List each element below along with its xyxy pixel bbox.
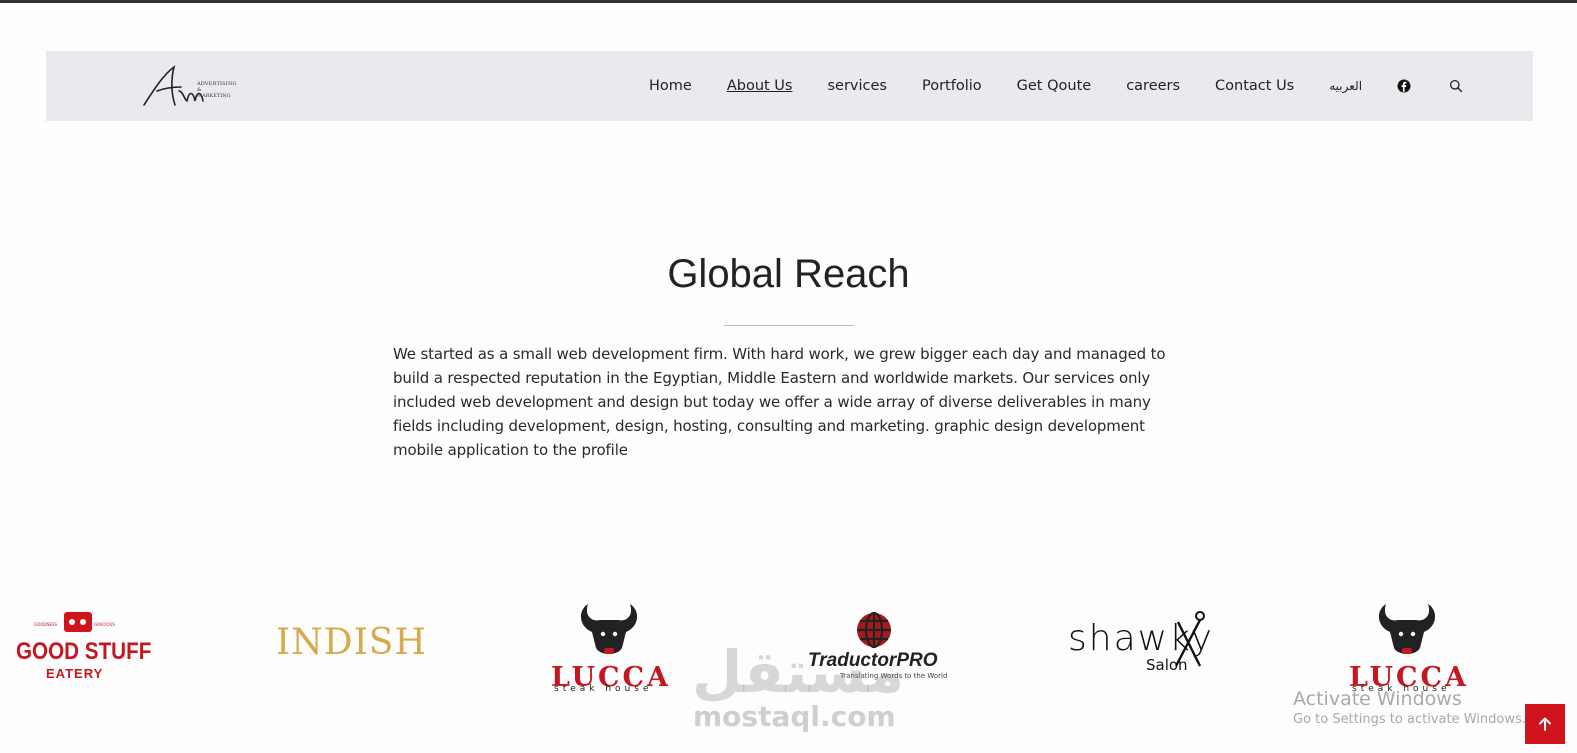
brand-logo[interactable]: ADVERTISING & MARKETING <box>141 61 237 111</box>
activate-windows-overlay: Activate Windows Go to Settings to activ… <box>1293 688 1526 727</box>
nav-services[interactable]: services <box>827 78 887 94</box>
logo-tagline-2: & MARKETING <box>197 87 231 99</box>
top-border <box>0 0 1577 3</box>
client-logo-lucca-2[interactable]: LUCCA steak house <box>1346 596 1470 696</box>
activate-windows-title: Activate Windows <box>1293 688 1462 710</box>
section-body-text: We started as a small web development fi… <box>393 345 1166 459</box>
client-logo-shawky-salon[interactable]: shawky Salon <box>1068 611 1214 674</box>
navbar: ADVERTISING & MARKETING Home About Us se… <box>46 51 1533 121</box>
good-stuff-sub: EATERY <box>46 666 104 681</box>
client-logo-good-stuff[interactable]: GOODNESS GRACIOUS GOOD STUFF EATERY <box>14 610 151 682</box>
activate-windows-subtitle: Go to Settings to activate Windows. <box>1293 712 1526 727</box>
search-icon[interactable] <box>1449 79 1463 93</box>
lucca-1-sub: steak house <box>554 684 653 694</box>
client-logo-lucca-1[interactable]: LUCCA steak house <box>548 596 672 696</box>
nav-portfolio[interactable]: Portfolio <box>922 78 982 94</box>
main-nav: Home About Us services Portfolio Get Qou… <box>649 51 1501 121</box>
nav-get-quote[interactable]: Get Qoute <box>1017 78 1092 94</box>
back-to-top-button[interactable] <box>1525 704 1565 744</box>
nav-home[interactable]: Home <box>649 78 692 94</box>
watermark-arabic: مستقل <box>692 638 905 706</box>
good-stuff-tag-right: GRACIOUS <box>94 622 115 627</box>
nav-about-us[interactable]: About Us <box>727 78 793 94</box>
title-divider <box>724 325 854 326</box>
section-title: Global Reach <box>667 252 910 296</box>
good-stuff-tag-left: GOODNESS <box>34 622 58 627</box>
nav-arabic-language[interactable]: العربيه <box>1329 79 1362 93</box>
indish-name: INDISH <box>276 622 427 663</box>
good-stuff-name: GOOD STUFF <box>16 638 152 665</box>
client-logo-indish[interactable]: INDISH <box>276 622 427 663</box>
watermark-latin: mostaql.com <box>693 700 896 733</box>
nav-contact-us[interactable]: Contact Us <box>1215 78 1294 94</box>
facebook-icon[interactable] <box>1397 79 1411 93</box>
arrow-up-icon <box>1539 717 1551 731</box>
nav-careers[interactable]: careers <box>1126 78 1180 94</box>
scissors-icon <box>1174 611 1205 667</box>
